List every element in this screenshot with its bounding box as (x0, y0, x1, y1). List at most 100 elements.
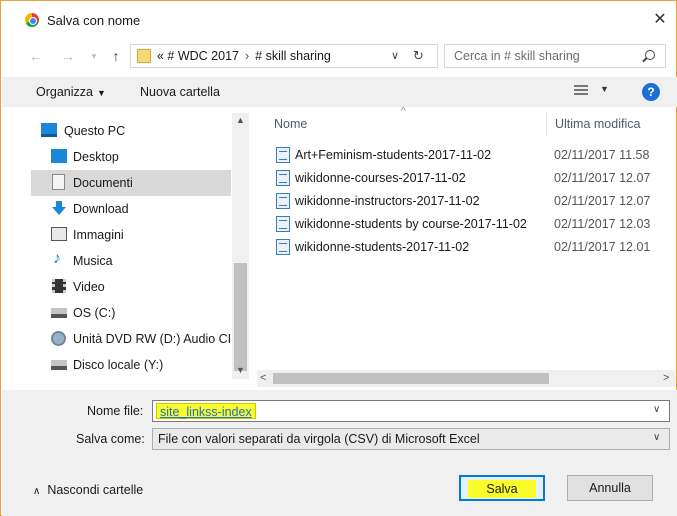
nav-item-label: Musica (73, 254, 113, 268)
scrollbar-thumb[interactable] (273, 373, 549, 384)
nav-item-label: Immagini (73, 228, 124, 242)
file-row[interactable]: wikidonne-students by course-2017-11-02 … (271, 213, 671, 236)
file-modified: 02/11/2017 12.01 (554, 240, 651, 254)
file-row[interactable]: wikidonne-courses-2017-11-02 02/11/2017 … (271, 167, 671, 190)
save-as-type-label: Salva come: (76, 432, 145, 446)
nav-item-label: Questo PC (64, 124, 126, 138)
up-arrow-icon[interactable]: ↑ (107, 45, 125, 67)
address-dropdown-chevron-icon[interactable]: ∨ (391, 49, 399, 62)
breadcrumb-current[interactable]: # skill sharing (255, 49, 331, 63)
scroll-down-icon[interactable]: ▼ (236, 365, 245, 375)
column-header-modified[interactable]: Ultima modifica (555, 117, 640, 131)
nav-item-label: Download (73, 202, 129, 216)
refresh-icon[interactable]: ↻ (413, 48, 424, 64)
address-bar[interactable]: « # WDC 2017 › # skill sharing ∨ ↻ (130, 44, 438, 68)
file-name: wikidonne-students by course-2017-11-02 (295, 217, 527, 231)
pc-icon (41, 123, 57, 137)
organize-button[interactable]: Organizza ▼ (36, 85, 106, 99)
save-as-type-value: File con valori separati da virgola (CSV… (158, 432, 480, 446)
drive-icon (51, 308, 67, 318)
nav-item-this-pc[interactable]: Questo PC (31, 118, 231, 144)
scroll-up-icon[interactable]: ▲ (236, 115, 245, 125)
file-modified: 02/11/2017 11.58 (554, 148, 650, 162)
help-icon[interactable]: ? (642, 83, 660, 101)
organize-label: Organizza (36, 85, 93, 99)
hide-folders-toggle[interactable]: ∧ Nascondi cartelle (33, 483, 143, 497)
filename-label: Nome file: (87, 404, 144, 418)
scrollbar-thumb[interactable] (234, 263, 247, 371)
close-icon[interactable]: ✕ (649, 9, 671, 31)
save-as-type-chevron-icon[interactable]: ∨ (653, 432, 660, 443)
nav-item-label: Disco locale (Y:) (73, 358, 164, 372)
navigation-pane: Questo PC Desktop Documenti Download Imm… (31, 113, 231, 379)
new-folder-button[interactable]: Nuova cartella (140, 85, 220, 99)
nav-item-documents[interactable]: Documenti (31, 170, 231, 196)
file-name: Art+Feminism-students-2017-11-02 (295, 148, 492, 162)
chevron-up-icon: ∧ (33, 486, 41, 497)
file-row[interactable]: Art+Feminism-students-2017-11-02 02/11/2… (271, 144, 671, 167)
save-as-type-select[interactable]: File con valori separati da virgola (CSV… (152, 428, 670, 450)
images-icon (51, 227, 67, 241)
desktop-icon (51, 149, 67, 163)
view-options-icon[interactable] (574, 85, 588, 97)
file-list-scrollbar[interactable]: < > (257, 370, 675, 387)
file-name: wikidonne-instructors-2017-11-02 (295, 194, 480, 208)
search-icon[interactable] (645, 50, 655, 60)
nav-item-music[interactable]: ♪ Musica (31, 248, 231, 274)
dialog-title: Salva con nome (47, 13, 141, 28)
column-header-name[interactable]: Nome (274, 117, 307, 131)
nav-item-label: Video (73, 280, 105, 294)
chevron-down-icon: ▼ (96, 88, 106, 98)
search-input[interactable]: Cerca in # skill sharing (444, 44, 666, 68)
spreadsheet-file-icon (276, 193, 290, 209)
filename-field[interactable]: site_linkss-index ∨ (152, 400, 670, 422)
nav-item-video[interactable]: Video (31, 274, 231, 300)
nav-item-local-disk-y[interactable]: Disco locale (Y:) (31, 352, 231, 378)
breadcrumb-separator-icon[interactable]: › (239, 49, 255, 63)
recent-locations-chevron-icon[interactable]: ▾ (85, 45, 103, 67)
music-icon: ♪ (53, 250, 61, 267)
spreadsheet-file-icon (276, 239, 290, 255)
file-name: wikidonne-courses-2017-11-02 (295, 171, 466, 185)
nav-item-desktop[interactable]: Desktop (31, 144, 231, 170)
breadcrumb: « # WDC 2017 › # skill sharing (157, 49, 331, 63)
nav-item-images[interactable]: Immagini (31, 222, 231, 248)
sort-ascending-icon: ^ (401, 106, 406, 117)
scroll-left-icon[interactable]: < (260, 372, 266, 384)
save-button-label: Salva (468, 480, 536, 498)
forward-arrow-icon[interactable]: → (59, 45, 77, 67)
spreadsheet-file-icon (276, 216, 290, 232)
save-button[interactable]: Salva (459, 475, 545, 501)
hide-folders-label: Nascondi cartelle (47, 483, 144, 497)
scroll-right-icon[interactable]: > (663, 372, 669, 384)
title-bar: Salva con nome ✕ (1, 1, 676, 37)
file-row[interactable]: wikidonne-students-2017-11-02 02/11/2017… (271, 236, 671, 259)
breadcrumb-parent[interactable]: « # WDC 2017 (157, 49, 239, 63)
search-placeholder: Cerca in # skill sharing (454, 49, 580, 63)
spreadsheet-file-icon (276, 170, 290, 186)
navigation-scrollbar[interactable]: ▲ ▼ (232, 113, 249, 379)
nav-item-dvd-d[interactable]: Unità DVD RW (D:) Audio CI (31, 326, 231, 352)
cancel-button[interactable]: Annulla (567, 475, 653, 501)
column-divider[interactable] (546, 113, 547, 135)
file-row[interactable]: wikidonne-instructors-2017-11-02 02/11/2… (271, 190, 671, 213)
filename-dropdown-chevron-icon[interactable]: ∨ (653, 404, 660, 415)
nav-item-download[interactable]: Download (31, 196, 231, 222)
filename-value[interactable]: site_linkss-index (156, 403, 256, 419)
download-icon (51, 201, 67, 215)
video-icon (52, 279, 66, 293)
folder-icon (137, 49, 151, 63)
command-bar: Organizza ▼ Nuova cartella ▼ ? (2, 77, 677, 107)
file-name: wikidonne-students-2017-11-02 (295, 240, 470, 254)
file-modified: 02/11/2017 12.07 (554, 171, 651, 185)
nav-item-os-c[interactable]: OS (C:) (31, 300, 231, 326)
drive-icon (51, 360, 67, 370)
file-modified: 02/11/2017 12.07 (554, 194, 651, 208)
documents-icon (52, 174, 65, 190)
back-arrow-icon[interactable]: ← (27, 45, 45, 67)
dvd-icon (51, 331, 66, 346)
nav-item-label: OS (C:) (73, 306, 116, 320)
nav-item-label: Documenti (73, 176, 133, 190)
view-chevron-down-icon[interactable]: ▼ (600, 84, 609, 94)
spreadsheet-file-icon (276, 147, 290, 163)
